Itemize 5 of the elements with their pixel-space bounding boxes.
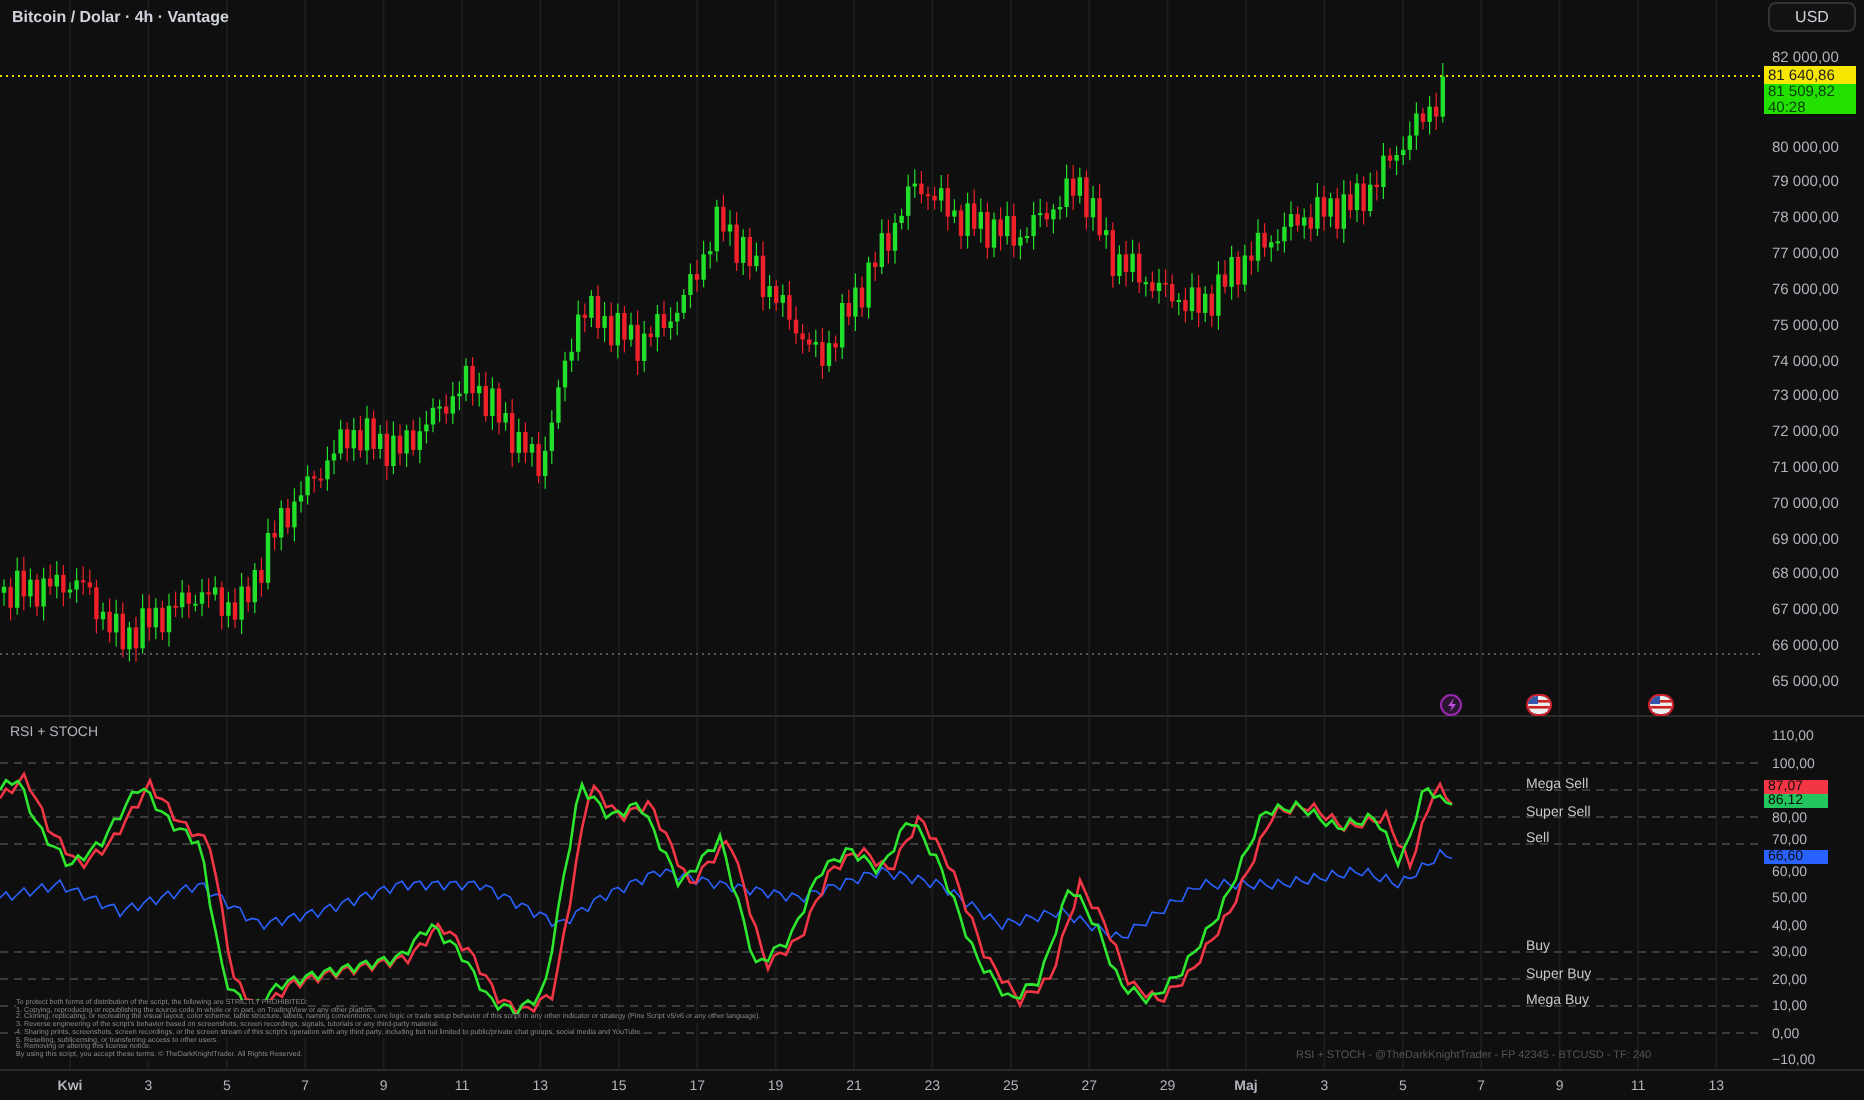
- chart-title: Bitcoin / Dolar · 4h · Vantage: [12, 6, 229, 30]
- currency-button[interactable]: USD: [1768, 2, 1856, 32]
- flag-icon: [1648, 694, 1674, 716]
- flag-icon: [1526, 694, 1552, 716]
- lightning-icon: [1440, 694, 1462, 716]
